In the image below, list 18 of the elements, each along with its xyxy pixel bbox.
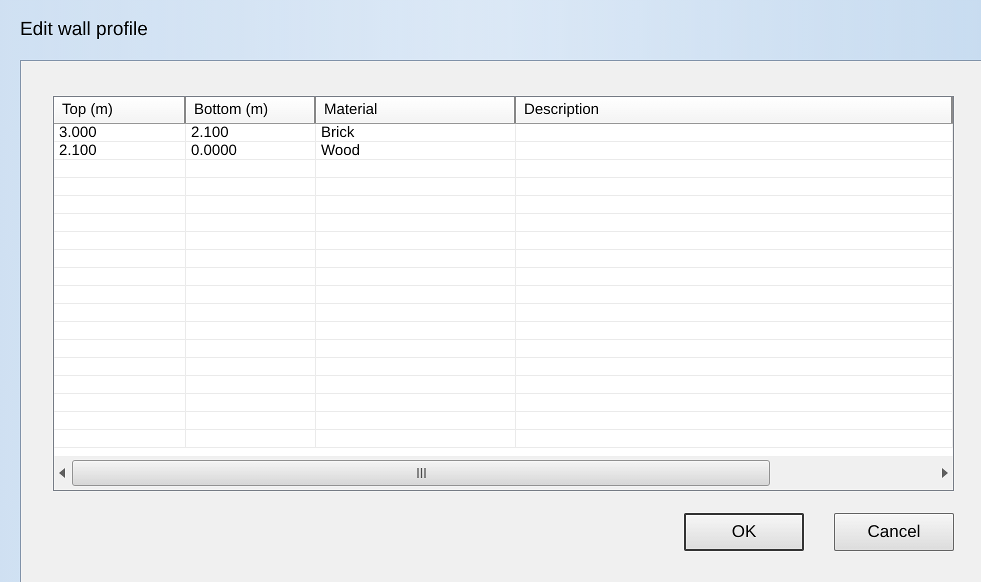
table-cell: 3.000 [59,124,97,141]
cancel-button[interactable]: Cancel [834,513,954,551]
scrollbar-thumb[interactable] [72,460,770,486]
column-header[interactable]: Top (m) [54,97,186,123]
column-header[interactable]: Material [316,97,516,123]
ok-button[interactable]: OK [684,513,804,551]
right-arrow-icon[interactable] [941,468,949,478]
table-cell: 2.100 [191,124,229,141]
horizontal-scrollbar[interactable] [54,456,953,490]
window-title: Edit wall profile [20,20,148,39]
table-cell: Wood [321,142,360,159]
column-header[interactable]: Description [516,97,953,123]
table-cell: 2.100 [59,142,97,159]
column-header[interactable]: Bottom (m) [186,97,316,123]
table-cell: Brick [321,124,354,141]
table-cell: 0.0000 [191,142,237,159]
grip-icon [416,468,426,478]
left-arrow-icon[interactable] [58,468,66,478]
